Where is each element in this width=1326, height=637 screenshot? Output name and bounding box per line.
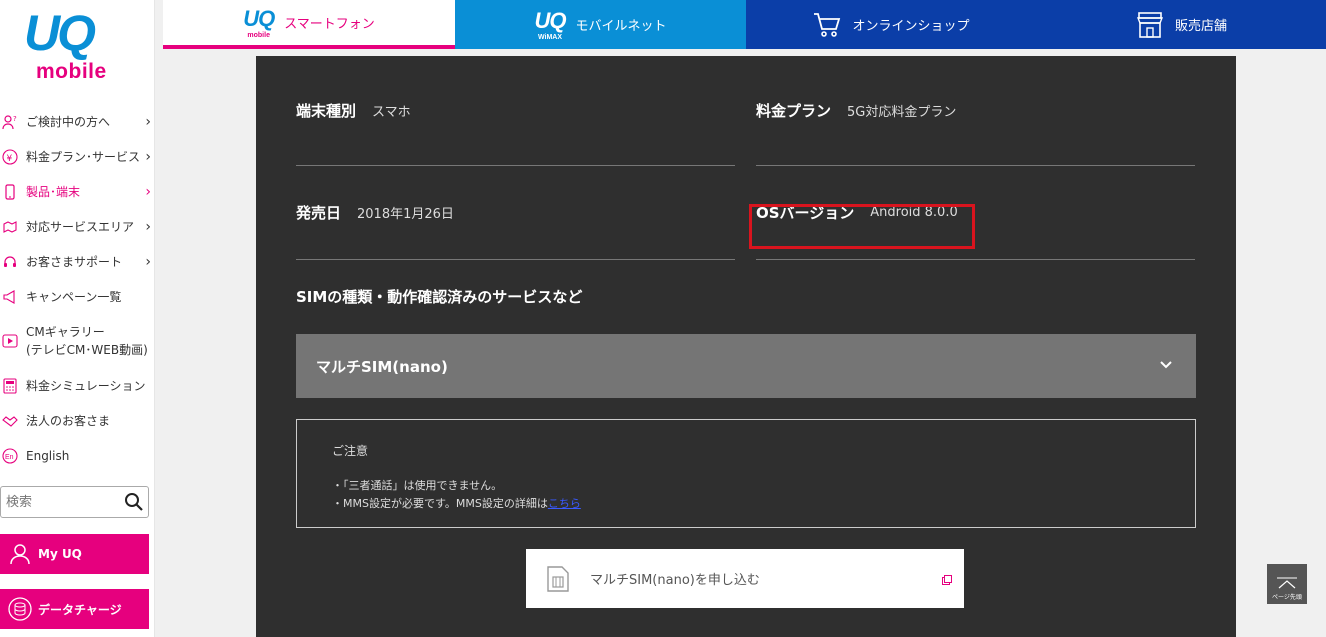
sidebar: UQ mobile ? ご検討中の方へ › ¥ 料金プラン･サービス › 製品･…	[0, 0, 155, 637]
megaphone-icon	[2, 289, 18, 305]
spec-label: 発売日	[296, 204, 342, 222]
sidebar-item-campaigns[interactable]: キャンペーン一覧	[0, 279, 155, 314]
mms-settings-link[interactable]: こちら	[548, 497, 581, 510]
sidebar-menu: ? ご検討中の方へ › ¥ 料金プラン･サービス › 製品･端末 › 対応サービ…	[0, 104, 155, 473]
storefront-icon	[1135, 11, 1165, 39]
user-icon	[8, 542, 32, 566]
spec-label: 料金プラン	[756, 102, 832, 120]
mini-logo-big: UQ	[243, 6, 275, 31]
sidebar-item-label-group: CMギャラリー (テレビCM･WEB動画)	[26, 323, 148, 359]
sidebar-item-products[interactable]: 製品･端末 ›	[0, 174, 155, 209]
notice-line: ・「三者通話」は使用できません。	[332, 479, 503, 492]
chevron-right-icon: ›	[145, 148, 151, 165]
spec-label: 端末種別	[296, 102, 357, 120]
svg-text:¥: ¥	[7, 154, 13, 164]
chevron-right-icon: ›	[145, 113, 151, 130]
sidebar-item-simulation[interactable]: 料金シミュレーション	[0, 368, 155, 403]
map-pin-icon	[2, 219, 18, 235]
sidebar-item-cm-gallery[interactable]: CMギャラリー (テレビCM･WEB動画)	[0, 314, 155, 368]
sidebar-item-label: English	[26, 448, 70, 463]
my-uq-button[interactable]: My UQ	[0, 534, 149, 574]
sidebar-item-sublabel: (テレビCM･WEB動画)	[26, 343, 148, 357]
sidebar-item-label: キャンペーン一覧	[26, 290, 122, 304]
sidebar-item-label: 料金プラン･サービス	[26, 150, 141, 164]
headset-icon	[2, 254, 18, 270]
chevron-down-icon	[1158, 356, 1174, 372]
en-icon: En	[2, 447, 18, 464]
sidebar-item-considering[interactable]: ? ご検討中の方へ ›	[0, 104, 155, 139]
svg-text:En: En	[5, 454, 14, 461]
tab-smartphone[interactable]: UQ mobile スマートフォン	[163, 0, 455, 49]
uq-wimax-mini-logo: UQ WiMAX	[534, 8, 566, 41]
tab-label: モバイルネット	[575, 19, 667, 34]
apply-label: マルチSIM(nano)を申し込む	[590, 573, 760, 588]
sidebar-item-label: ご検討中の方へ	[26, 115, 111, 129]
tab-mobile-net[interactable]: UQ WiMAX モバイルネット	[455, 0, 746, 49]
data-charge-label: データチャージ	[38, 602, 122, 617]
chevron-up-icon	[1276, 574, 1298, 589]
data-charge-button[interactable]: データチャージ	[0, 589, 149, 629]
mini-logo-small: WiMAX	[537, 34, 562, 41]
sidebar-item-support[interactable]: お客さまサポート ›	[0, 244, 155, 279]
shopping-cart-icon	[812, 11, 842, 39]
spec-value: 5G対応料金プラン	[847, 105, 957, 120]
sidebar-item-plans[interactable]: ¥ 料金プラン･サービス ›	[0, 139, 155, 174]
sim-accordion[interactable]: マルチSIM(nano)	[296, 334, 1196, 398]
person-question-icon: ?	[2, 114, 18, 130]
notice-line-text: ・MMS設定が必要です。MMS設定の詳細は	[332, 497, 548, 510]
page-top-label: ページ先頭	[1272, 594, 1302, 601]
sidebar-item-label: お客さまサポート	[26, 255, 123, 269]
apply-sim-button[interactable]: マルチSIM(nano)を申し込む	[526, 549, 964, 608]
sidebar-item-label: CMギャラリー	[26, 325, 105, 339]
play-icon	[2, 333, 18, 349]
tab-label: オンラインショップ	[852, 19, 970, 34]
sidebar-item-label: 製品･端末	[26, 185, 81, 199]
spec-value: 2018年1月26日	[357, 207, 454, 222]
search-icon[interactable]	[124, 492, 144, 512]
spec-plan: 料金プラン 5G対応料金プラン	[756, 56, 1195, 166]
sim-card-icon	[546, 565, 570, 593]
mini-logo-big: UQ	[534, 8, 566, 33]
notice-box: ご注意 ・「三者通話」は使用できません。 ・MMS設定が必要です。MMS設定の詳…	[296, 419, 1196, 528]
database-icon	[8, 597, 32, 621]
smartphone-icon	[2, 183, 18, 200]
my-uq-label: My UQ	[38, 547, 82, 561]
logo-mobile-text: mobile	[36, 60, 107, 83]
sidebar-item-label: 法人のお客さま	[26, 414, 111, 428]
tab-label: 販売店舗	[1174, 19, 1227, 34]
chevron-right-icon: ›	[145, 218, 151, 235]
chevron-right-icon: ›	[145, 253, 151, 270]
chevron-right-icon: ›	[145, 183, 151, 200]
spec-device-type: 端末種別 スマホ	[296, 56, 735, 166]
page-top-button[interactable]: ページ先頭	[1267, 564, 1307, 604]
accordion-label: マルチSIM(nano)	[316, 357, 448, 376]
device-spec-panel: 端末種別 スマホ 料金プラン 5G対応料金プラン 発売日 2018年1月26日 …	[256, 56, 1236, 637]
notice-title: ご注意	[332, 444, 369, 458]
svg-text:?: ?	[13, 115, 17, 123]
sidebar-item-area[interactable]: 対応サービスエリア ›	[0, 209, 155, 244]
search-box	[0, 486, 149, 518]
tab-stores[interactable]: 販売店舗	[1036, 0, 1326, 49]
notice-line: ・MMS設定が必要です。MMS設定の詳細はこちら	[332, 495, 1160, 513]
sidebar-item-label: 料金シミュレーション	[26, 379, 146, 393]
handshake-icon	[2, 413, 18, 429]
sidebar-item-english[interactable]: En English	[0, 438, 155, 473]
os-version-highlight-box	[749, 204, 975, 249]
sidebar-item-business[interactable]: 法人のお客さま	[0, 403, 155, 438]
spec-value: スマホ	[372, 105, 411, 120]
tab-label: スマートフォン	[284, 17, 375, 32]
calculator-icon	[2, 377, 18, 394]
spec-release-date: 発売日 2018年1月26日	[296, 166, 735, 260]
yen-icon: ¥	[2, 148, 18, 165]
tab-online-shop[interactable]: オンラインショップ	[746, 0, 1036, 49]
external-link-icon	[942, 574, 952, 585]
sim-section-title: SIMの種類・動作確認済みのサービスなど	[296, 288, 583, 306]
uq-mobile-logo[interactable]: UQ mobile	[22, 5, 122, 88]
top-navigation: UQ mobile スマートフォン UQ WiMAX モバイルネット オンライン…	[163, 0, 1326, 49]
sidebar-item-label: 対応サービスエリア	[26, 220, 135, 234]
mini-logo-small: mobile	[247, 32, 270, 39]
uq-mobile-mini-logo: UQ mobile	[243, 6, 275, 39]
logo-uq-text: UQ	[24, 5, 96, 61]
search-input[interactable]	[1, 487, 111, 517]
